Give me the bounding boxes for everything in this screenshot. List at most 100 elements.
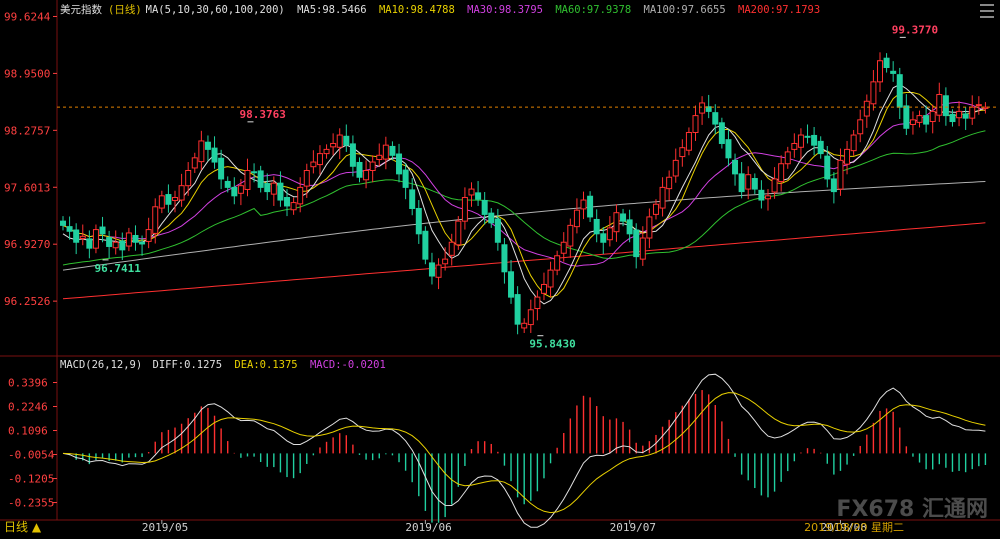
candle-body [587, 195, 594, 218]
candle-body [639, 237, 646, 260]
candle-body [949, 113, 956, 123]
annotation-label-1: 99.3770 [892, 23, 938, 36]
candle-body [699, 102, 706, 114]
candle-body [666, 176, 673, 190]
candle-body [178, 185, 185, 201]
candle-body [297, 186, 304, 205]
candle-body [389, 145, 396, 156]
candle-body [448, 241, 455, 256]
candle-body [191, 157, 198, 169]
candle-body [745, 174, 752, 190]
macd-name: MACD(26,12,9) [60, 359, 143, 371]
candle-body [547, 269, 554, 288]
chart-canvas: 99.6244 98.9500 98.2757 97.6013 96.9270 96.25… [0, 0, 1000, 534]
y-tick-label-2: 98.2757 [4, 124, 50, 137]
candle-body [764, 195, 771, 200]
annotation-label-2: 96.7411 [95, 262, 142, 275]
candle-body [896, 74, 903, 108]
candle-body [435, 264, 442, 278]
candle-body [909, 119, 916, 125]
ma5-line [62, 83, 986, 305]
candle-body [316, 153, 323, 166]
candle-body [79, 235, 86, 239]
candle-body [712, 112, 719, 125]
candle-body [198, 140, 205, 163]
candle-body [804, 135, 811, 138]
candle-body [152, 206, 159, 234]
candle-body [837, 159, 844, 190]
dea-label: DEA:0.1375 [234, 359, 298, 371]
ma30-label: MA30:98.3795 [467, 4, 543, 16]
candle-body [606, 227, 613, 241]
main-legend: 美元指数 (日线) MA(5,10,30,60,100,200) MA5:98.54… [60, 2, 826, 17]
candle-body [92, 229, 99, 249]
candle-body [633, 229, 640, 258]
candle-body [626, 219, 633, 235]
candle-body [863, 100, 870, 117]
candle-body [244, 169, 251, 190]
y-tick-label-0: 99.6244 [4, 10, 51, 23]
candle-body [903, 105, 910, 129]
candle-body [415, 207, 422, 235]
macd-y-tick-label-4: -0.1205 [8, 473, 54, 486]
period-selector[interactable]: 日线 ▲ [4, 518, 41, 535]
candle-body [534, 296, 541, 310]
candle-body [382, 144, 389, 160]
candle-body [442, 258, 449, 265]
x-tick-label-0: 2019/05 [142, 521, 188, 534]
candle-body [718, 122, 725, 144]
candle-body [455, 220, 462, 246]
candle-body [923, 115, 930, 125]
candle-body [652, 203, 659, 215]
candle-body [204, 141, 211, 150]
x-tick-label-1: 2019/06 [405, 521, 451, 534]
candle-body [86, 238, 93, 249]
candle-body [158, 195, 165, 209]
candle-body [870, 81, 877, 105]
candle-body [237, 185, 244, 194]
candle-body [554, 255, 561, 271]
candle-body [942, 95, 949, 117]
candle-body [251, 171, 258, 174]
candle-body [145, 229, 152, 242]
candle-body [494, 218, 501, 243]
ma5-label: MA5:98.5466 [297, 4, 367, 16]
candle-body [185, 169, 192, 187]
ma-definition: MA(5,10,30,60,100,200) [145, 4, 285, 16]
macd-y-tick-label-0: 0.3396 [8, 377, 48, 390]
candle-body [738, 173, 745, 193]
macd-y-tick-label-2: 0.1096 [8, 425, 48, 438]
ma100-line [62, 181, 986, 271]
candle-body [771, 178, 778, 193]
candle-body [758, 189, 765, 201]
candle-body [732, 159, 739, 175]
ma10-line [62, 92, 986, 298]
candle-body [811, 134, 818, 146]
diff-label: DIFF:0.1275 [152, 359, 223, 371]
candle-body [830, 178, 837, 193]
candle-body [165, 194, 172, 205]
candle-body [501, 244, 508, 273]
candle-body [349, 143, 356, 167]
candle-body [99, 226, 106, 235]
candle-body [303, 169, 310, 187]
candle-body [125, 232, 132, 247]
candle-body [422, 230, 429, 260]
candle-body [376, 154, 383, 161]
candle-body [461, 197, 468, 222]
candle-body [580, 199, 587, 210]
candle-body [468, 188, 475, 196]
ma200-label: MA200:97.1793 [738, 4, 821, 16]
candle-body [778, 163, 785, 182]
macd-y-tick-label-3: -0.0054 [8, 449, 55, 462]
candle-body [277, 182, 284, 201]
ma60-label: MA60:97.9378 [555, 4, 632, 16]
candle-body [224, 180, 231, 188]
candle-body [692, 115, 699, 134]
candle-body [106, 237, 113, 247]
candle-body [916, 115, 923, 123]
candle-body [659, 186, 666, 209]
candle-body [264, 183, 271, 193]
candle-body [876, 60, 883, 83]
menu-icon[interactable] [980, 4, 994, 18]
